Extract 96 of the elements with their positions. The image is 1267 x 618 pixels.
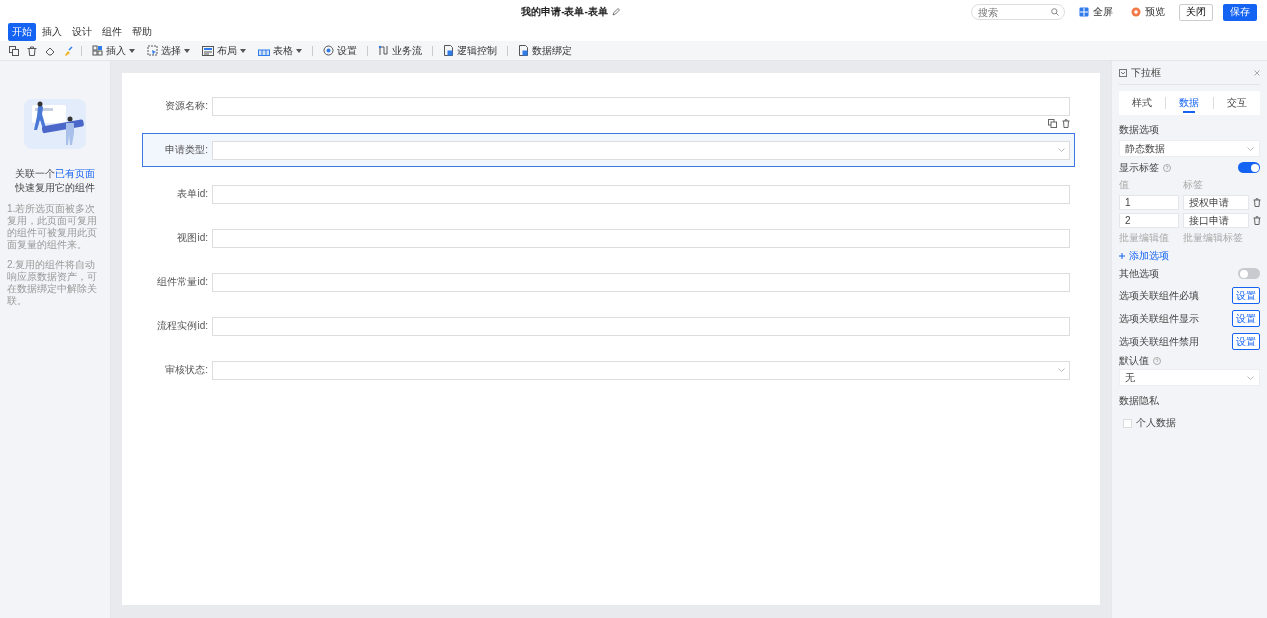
field-label: 审核状态: — [164, 363, 209, 377]
input-field[interactable] — [212, 96, 1070, 116]
menu-tab[interactable]: 组件 — [98, 23, 126, 41]
field-label: 表单id: — [176, 187, 209, 201]
setting-label: 其他选项 — [1119, 266, 1160, 281]
menu-tab[interactable]: 开始 — [8, 23, 36, 41]
layout-icon[interactable] — [202, 45, 214, 56]
field-label: 组件常量id: — [156, 275, 209, 289]
checkbox[interactable] — [1123, 418, 1132, 428]
hint-text: 关联一个已有页面 — [15, 167, 95, 181]
trash-icon[interactable] — [1253, 198, 1261, 207]
hint-text: 快速复用它的组件 — [15, 181, 95, 195]
settings-icon[interactable] — [323, 45, 334, 56]
panel-tab[interactable]: 交互 — [1213, 91, 1260, 115]
close-button[interactable]: 关闭 — [1179, 3, 1213, 21]
toolbar-button[interactable]: 设置 — [321, 42, 359, 59]
select-field[interactable] — [212, 140, 1070, 160]
toolbar-button[interactable]: 选择 — [145, 42, 192, 59]
column-header: 标签 — [1183, 178, 1204, 192]
field-label: 申请类型: — [164, 143, 209, 157]
selection-icon[interactable] — [147, 45, 158, 56]
panel-title: 下拉框 — [1131, 66, 1162, 80]
checkbox-label: 个人数据 — [1136, 416, 1176, 430]
caret-icon — [296, 48, 302, 53]
toolbar-button[interactable]: 业务流 — [376, 42, 424, 59]
help-icon — [1163, 163, 1171, 172]
close-icon[interactable] — [1254, 70, 1260, 76]
setting-label: 选项关联组件禁用 — [1119, 334, 1200, 349]
select-field[interactable]: 无 — [1119, 369, 1260, 386]
section-label: 数据选项 — [1119, 123, 1160, 137]
label-field[interactable]: 接口申请 — [1183, 213, 1249, 228]
grid-icon[interactable] — [1079, 7, 1089, 17]
chevron-icon — [1058, 148, 1065, 152]
select-field[interactable] — [212, 360, 1070, 380]
chevron-icon — [1247, 375, 1254, 380]
setting-label: 默认值 — [1119, 354, 1149, 368]
plus-icon — [1119, 253, 1125, 259]
toolbar-button[interactable]: 表格 — [256, 42, 304, 59]
page-title: 我的申请-表单-表单 — [521, 5, 608, 19]
brush-icon[interactable] — [63, 45, 73, 56]
chevron-icon — [1058, 368, 1065, 372]
field-label: 资源名称: — [164, 99, 209, 113]
input-field[interactable] — [212, 184, 1070, 204]
settings-button[interactable]: 设置 — [1232, 310, 1260, 327]
dropdown-icon — [1119, 69, 1127, 77]
setting-label: 显示标签 — [1119, 160, 1159, 175]
document-icon[interactable] — [443, 45, 454, 56]
input-field[interactable] — [212, 228, 1070, 248]
value-field[interactable]: 1 — [1119, 195, 1179, 210]
search-field[interactable]: 搜索 — [971, 4, 1065, 20]
settings-button[interactable]: 设置 — [1232, 333, 1260, 350]
toolbar-button[interactable]: 逻辑控制 — [441, 42, 499, 59]
toggle-switch[interactable] — [1238, 268, 1260, 279]
preview-button[interactable]: 预览 — [1127, 5, 1169, 19]
caret-icon — [240, 48, 246, 53]
existing-page-link[interactable]: 已有页面 — [55, 168, 95, 179]
caret-icon — [184, 48, 190, 53]
input-field[interactable] — [212, 316, 1070, 336]
menu-tab[interactable]: 插入 — [38, 23, 66, 41]
copy-icon[interactable] — [1048, 119, 1057, 128]
toolbar-button[interactable]: 布局 — [200, 42, 248, 59]
copy-icon[interactable] — [9, 45, 19, 56]
select-field[interactable]: 静态数据 — [1119, 140, 1260, 157]
help-icon — [1153, 357, 1161, 365]
field-label: 流程实例id: — [156, 319, 209, 333]
add-option-button[interactable]: 添加选项 — [1119, 249, 1260, 263]
panel-tab[interactable]: 样式 — [1119, 91, 1166, 115]
trash-icon[interactable] — [1062, 119, 1070, 128]
setting-label: 选项关联组件显示 — [1119, 311, 1200, 326]
trash-icon[interactable] — [1253, 216, 1261, 225]
search-icon — [1051, 8, 1059, 16]
setting-label: 选项关联组件必填 — [1119, 288, 1200, 303]
save-button[interactable]: 保存 — [1223, 3, 1257, 21]
settings-button[interactable]: 设置 — [1232, 287, 1260, 304]
field-label: 视图id: — [176, 231, 209, 245]
note-text: 1.若所选页面被多次复用，此页面可复用的组件可被复用此页面复量的组件来。 — [6, 203, 98, 251]
menu-tab[interactable]: 设计 — [68, 23, 96, 41]
toolbar-button[interactable]: 插入 — [90, 42, 137, 59]
toolbar-button[interactable]: 数据绑定 — [516, 42, 574, 59]
note-text: 2.复用的组件将自动响应原数据资产，可在数据绑定中解除关联。 — [6, 259, 98, 307]
caret-icon — [129, 48, 135, 53]
pencil-icon[interactable] — [611, 8, 620, 16]
panel-tab[interactable]: 数据 — [1166, 91, 1213, 115]
chevron-icon — [1247, 146, 1254, 151]
toggle-switch[interactable] — [1238, 162, 1260, 173]
flow-icon[interactable] — [378, 45, 389, 56]
label-field[interactable]: 授权申请 — [1183, 195, 1249, 210]
section-label: 数据隐私 — [1119, 394, 1160, 408]
menu-tab[interactable]: 帮助 — [128, 23, 156, 41]
trash-icon[interactable] — [27, 45, 37, 56]
blocks-icon[interactable] — [92, 45, 103, 56]
input-field[interactable] — [212, 272, 1070, 292]
fullscreen-button[interactable]: 全屏 — [1075, 5, 1117, 19]
column-header: 值 — [1119, 178, 1130, 192]
value-field[interactable]: 2 — [1119, 213, 1179, 228]
document-icon[interactable] — [518, 45, 529, 56]
